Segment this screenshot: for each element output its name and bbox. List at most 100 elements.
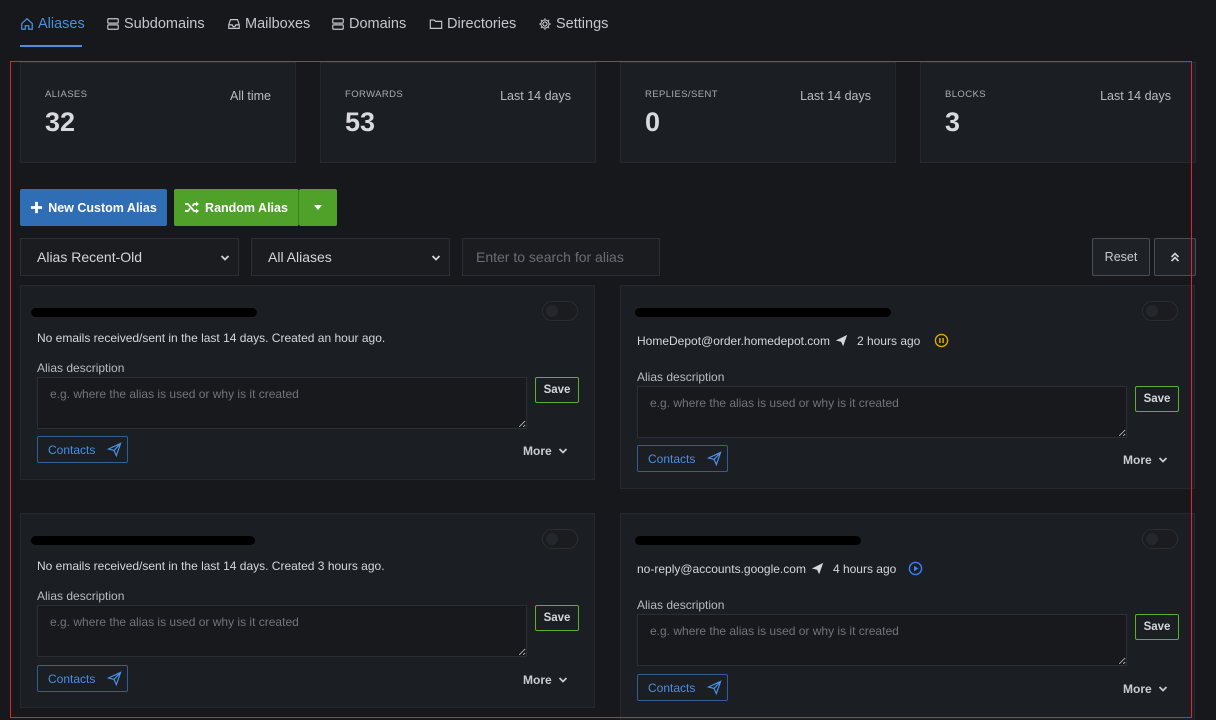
chevron-down-icon <box>558 448 567 454</box>
more-dropdown[interactable]: More <box>1123 682 1168 696</box>
contacts-button[interactable]: Contacts <box>37 436 128 463</box>
tab-aliases[interactable]: Aliases <box>20 0 85 47</box>
send-icon <box>811 562 824 575</box>
alias-description-label: Alias description <box>37 589 125 603</box>
more-label: More <box>1123 453 1152 467</box>
alias-enabled-toggle[interactable] <box>1142 301 1178 321</box>
alias-description-field[interactable] <box>37 605 527 657</box>
more-dropdown[interactable]: More <box>523 673 568 687</box>
contacts-label: Contacts <box>48 442 96 457</box>
sort-select-value: Alias Recent-Old <box>37 249 143 265</box>
alias-filter-value: All Aliases <box>268 249 332 265</box>
alias-card: no-reply@accounts.google.com 4 hours ago… <box>620 513 1195 720</box>
contacts-button[interactable]: Contacts <box>637 445 728 472</box>
new-custom-alias-label: New Custom Alias <box>48 200 157 215</box>
tab-aliases-label: Aliases <box>38 15 85 32</box>
random-alias-button[interactable]: Random Alias <box>174 189 299 226</box>
contacts-label: Contacts <box>648 451 696 466</box>
chevron-down-icon <box>558 677 567 683</box>
alias-description-label: Alias description <box>37 361 125 375</box>
stat-label: FORWARDS <box>345 89 404 100</box>
alias-description-label: Alias description <box>637 598 725 612</box>
more-label: More <box>1123 682 1152 696</box>
alias-card: No emails received/sent in the last 14 d… <box>20 513 595 708</box>
chevrons-up-icon <box>1170 252 1180 262</box>
stat-value: 0 <box>645 107 661 137</box>
contact-email: HomeDepot@order.homedepot.com <box>637 333 830 348</box>
more-label: More <box>523 444 552 458</box>
folder-icon <box>429 17 443 31</box>
tab-subdomains[interactable]: Subdomains <box>106 0 205 47</box>
alias-activity-text: No emails received/sent in the last 14 d… <box>37 331 386 345</box>
stat-label: REPLIES/SENT <box>645 89 718 100</box>
tab-mailboxes-label: Mailboxes <box>245 15 311 32</box>
more-dropdown[interactable]: More <box>523 444 568 458</box>
top-nav: Aliases Subdomains Mailboxes Domains Dir… <box>0 0 1216 55</box>
send-icon <box>707 680 722 695</box>
tab-mailboxes[interactable]: Mailboxes <box>227 0 310 47</box>
alias-card: No emails received/sent in the last 14 d… <box>20 285 595 480</box>
contacts-button[interactable]: Contacts <box>637 674 728 701</box>
reset-button[interactable]: Reset <box>1092 238 1150 276</box>
activity-time: 2 hours ago <box>856 333 921 348</box>
tab-directories-label: Directories <box>447 15 517 32</box>
redacted-alias-email <box>31 308 257 317</box>
tab-domains[interactable]: Domains <box>331 0 406 47</box>
pause-circle-icon <box>934 333 949 348</box>
contacts-label: Contacts <box>48 671 96 686</box>
caret-down-icon <box>314 205 322 210</box>
redacted-alias-email <box>635 536 861 545</box>
server-icon <box>331 17 345 31</box>
send-icon <box>835 334 848 347</box>
alias-description-field[interactable] <box>37 377 527 429</box>
save-button[interactable]: Save <box>535 605 579 631</box>
plus-icon <box>30 201 43 214</box>
send-icon <box>107 671 122 686</box>
alias-enabled-toggle[interactable] <box>542 301 578 321</box>
stat-label: BLOCKS <box>945 89 986 100</box>
chevron-down-icon <box>1158 457 1167 463</box>
stat-value: 3 <box>945 107 961 137</box>
stat-card-forwards: FORWARDS Last 14 days 53 <box>320 62 596 163</box>
chevron-down-icon <box>431 255 441 261</box>
alias-card: HomeDepot@order.homedepot.com 2 hours ag… <box>620 285 1195 489</box>
more-label: More <box>523 673 552 687</box>
collapse-button[interactable] <box>1154 238 1196 276</box>
alias-last-activity: no-reply@accounts.google.com 4 hours ago <box>637 561 923 576</box>
alias-filter-select[interactable]: All Aliases <box>251 238 450 276</box>
redacted-alias-email <box>31 536 255 545</box>
sort-select[interactable]: Alias Recent-Old <box>20 238 239 276</box>
alias-description-field[interactable] <box>637 386 1127 438</box>
alias-enabled-toggle[interactable] <box>542 529 578 549</box>
stat-period: Last 14 days <box>800 89 871 103</box>
alias-last-activity: HomeDepot@order.homedepot.com 2 hours ag… <box>637 333 949 348</box>
send-icon <box>107 442 122 457</box>
save-button[interactable]: Save <box>1135 386 1179 412</box>
random-alias-label: Random Alias <box>205 200 288 215</box>
chevron-down-icon <box>1158 686 1167 692</box>
redacted-alias-email <box>635 308 891 317</box>
active-tab-indicator <box>20 45 82 47</box>
contact-email: no-reply@accounts.google.com <box>637 561 806 576</box>
alias-search-input[interactable] <box>462 238 660 276</box>
contacts-label: Contacts <box>648 680 696 695</box>
alias-description-label: Alias description <box>637 370 725 384</box>
contacts-button[interactable]: Contacts <box>37 665 128 692</box>
tab-directories[interactable]: Directories <box>429 0 516 47</box>
inbox-icon <box>227 17 241 31</box>
tab-settings[interactable]: Settings <box>538 0 608 47</box>
more-dropdown[interactable]: More <box>1123 453 1168 467</box>
random-alias-dropdown-toggle[interactable] <box>299 189 337 226</box>
home-icon <box>20 17 34 31</box>
alias-description-field[interactable] <box>637 614 1127 666</box>
stat-card-replies: REPLIES/SENT Last 14 days 0 <box>620 62 896 163</box>
new-custom-alias-button[interactable]: New Custom Alias <box>20 189 167 226</box>
save-button[interactable]: Save <box>1135 614 1179 640</box>
stat-label: ALIASES <box>45 89 88 100</box>
shuffle-icon <box>184 201 200 214</box>
stat-value: 32 <box>45 107 76 137</box>
send-icon <box>707 451 722 466</box>
save-button[interactable]: Save <box>535 377 579 403</box>
alias-enabled-toggle[interactable] <box>1142 529 1178 549</box>
tab-settings-label: Settings <box>556 15 609 32</box>
